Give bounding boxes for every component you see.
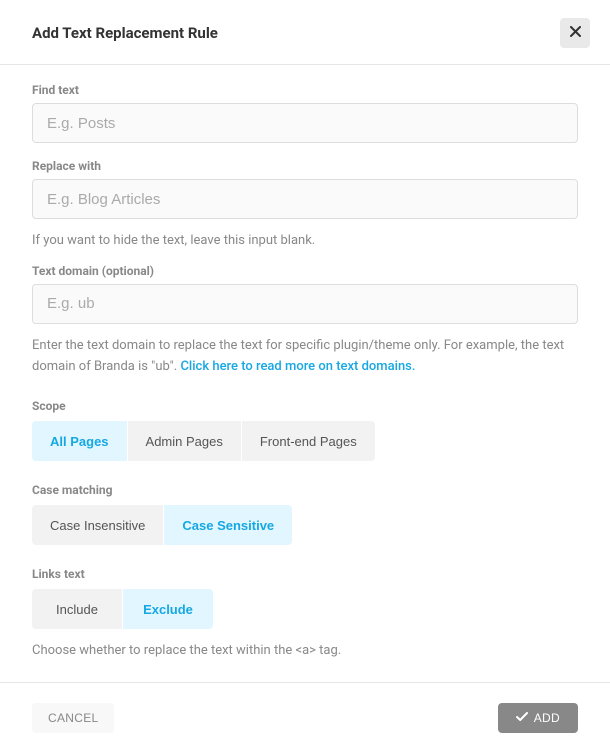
text-domain-label: Text domain (optional) xyxy=(32,264,578,278)
close-button[interactable] xyxy=(560,18,590,48)
text-domain-help: Enter the text domain to replace the tex… xyxy=(32,336,578,378)
scope-option-front-end-pages[interactable]: Front-end Pages xyxy=(242,421,375,461)
close-icon xyxy=(570,25,581,41)
replace-with-input[interactable] xyxy=(32,179,578,219)
case-matching-label: Case matching xyxy=(32,483,578,497)
links-text-help: Choose whether to replace the text withi… xyxy=(32,641,578,662)
add-button[interactable]: ADD xyxy=(498,703,578,733)
links-option-exclude[interactable]: Exclude xyxy=(123,589,213,629)
replace-help-text: If you want to hide the text, leave this… xyxy=(32,231,578,252)
case-option-sensitive[interactable]: Case Sensitive xyxy=(164,505,292,545)
scope-option-admin-pages[interactable]: Admin Pages xyxy=(128,421,241,461)
modal-header: Add Text Replacement Rule xyxy=(0,0,610,65)
modal-body: Find text Replace with If you want to hi… xyxy=(0,65,610,682)
scope-label: Scope xyxy=(32,399,578,413)
find-text-label: Find text xyxy=(32,83,578,97)
cancel-button[interactable]: CANCEL xyxy=(32,703,114,733)
modal-title: Add Text Replacement Rule xyxy=(32,24,218,42)
scope-option-all-pages[interactable]: All Pages xyxy=(32,421,127,461)
case-matching-group: Case Insensitive Case Sensitive xyxy=(32,505,578,545)
text-domain-input[interactable] xyxy=(32,284,578,324)
text-domain-help-link[interactable]: Click here to read more on text domains. xyxy=(180,359,415,374)
links-text-group: Include Exclude xyxy=(32,589,578,629)
add-button-label: ADD xyxy=(534,711,560,725)
links-option-include[interactable]: Include xyxy=(32,589,122,629)
case-option-insensitive[interactable]: Case Insensitive xyxy=(32,505,163,545)
links-text-label: Links text xyxy=(32,567,578,581)
find-text-input[interactable] xyxy=(32,103,578,143)
scope-group: All Pages Admin Pages Front-end Pages xyxy=(32,421,578,461)
modal: Add Text Replacement Rule Find text Repl… xyxy=(0,0,610,753)
check-icon xyxy=(516,712,528,724)
replace-with-label: Replace with xyxy=(32,159,578,173)
modal-footer: CANCEL ADD xyxy=(0,682,610,753)
